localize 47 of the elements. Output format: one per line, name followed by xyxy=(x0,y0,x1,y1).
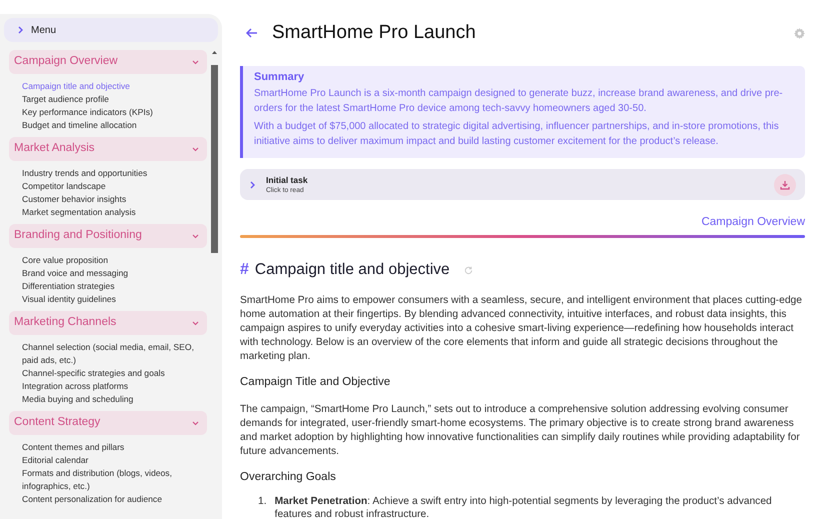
sidebar-item[interactable]: Channel selection (social media, email, SEO, paid ads, etc.) xyxy=(9,341,207,367)
sidebar-item[interactable]: Budget and timeline allocation xyxy=(9,119,207,132)
download-icon xyxy=(780,180,790,190)
sidebar-item[interactable]: Channel-specific strategies and goals xyxy=(9,367,207,380)
hash-mark: # xyxy=(240,260,249,280)
download-button[interactable] xyxy=(774,174,796,196)
chevron-right-icon xyxy=(250,180,256,189)
sidebar-item[interactable]: Market segmentation analysis xyxy=(9,206,207,219)
list-item-text: Market Penetration: Achieve a swift entry into high-potential segments by leveraging the product’s advanced features and robust infrastructure. xyxy=(274,494,773,519)
menu-button[interactable]: Menu xyxy=(4,18,218,42)
sidebar-item[interactable]: Target audience profile xyxy=(9,93,207,106)
sidebar-item[interactable]: Differentiation strategies xyxy=(9,280,207,293)
body-text: The campaign, “SmartHome Pro Launch,” sets out to introduce a comprehensive solution addressing evolving consumer demands for integrated, user-friendly smart-home ecosystems. The primary objective is to create strong brand awareness and market adoption by highlighting how innovative functionalities can simplify daily routines while providing adaptability for future advancements. xyxy=(240,403,801,460)
scrollbar-thumb[interactable] xyxy=(211,65,218,253)
sidebar-item[interactable]: Content themes and pillars xyxy=(9,441,207,454)
sidebar-item[interactable]: Brand voice and messaging xyxy=(9,267,207,280)
summary-title: Summary xyxy=(254,71,306,84)
scroll-up-icon[interactable] xyxy=(211,50,218,55)
sidebar-item[interactable]: Formats and distribution (blogs, videos, infographics, etc.) xyxy=(9,467,207,493)
back-arrow-icon[interactable] xyxy=(246,28,258,38)
sidebar-item[interactable]: Visual identity guidelines xyxy=(9,293,207,306)
list-number: 1. xyxy=(258,494,267,509)
summary-text: With a budget of $75,000 allocated to strategic digital advertising, influencer partnerships, and in-store promotions, this initiative aims to deliver maximum impact and build lasting customer excitement for the product’s release. xyxy=(254,120,780,150)
section-label: Campaign Overview xyxy=(700,215,805,230)
sidebar-item[interactable]: Content personalization for audience xyxy=(9,493,207,506)
task-title: Initial task xyxy=(266,174,308,186)
chevron-icon xyxy=(192,234,199,238)
chevron-right-icon xyxy=(18,26,23,34)
section-heading: Campaign title and objective xyxy=(254,260,450,280)
sidebar-item[interactable]: Integration across platforms xyxy=(9,380,207,393)
sidebar-item[interactable]: Core value proposition xyxy=(9,254,207,267)
subheading: Campaign Title and Objective xyxy=(240,375,392,390)
sidebar-item[interactable]: Industry trends and opportunities xyxy=(9,167,207,180)
body-text: SmartHome Pro aims to empower consumers with a seamless, secure, and intelligent environment that places cutting-edge home automation at their fingertips. By blending advanced connectivity, intuitive interfaces, and robust data insights, this campaign aspires to unify everyday activities into a cohesive smart-living experience—redefining how households interact with technology. Below is an overview of the core elements that inform and guide all strategic decisions throughout the marketing plan. xyxy=(240,294,804,364)
chevron-icon xyxy=(192,60,199,64)
sidebar-item[interactable]: Customer behavior insights xyxy=(9,193,207,206)
sidebar-item[interactable]: Key performance indicators (KPIs) xyxy=(9,106,207,119)
sidebar-item[interactable]: Editorial calendar xyxy=(9,454,207,467)
sidebar-item[interactable]: Media buying and scheduling xyxy=(9,393,207,406)
page-title: SmartHome Pro Launch xyxy=(272,22,477,44)
chevron-icon xyxy=(192,420,199,426)
chevron-icon xyxy=(192,320,199,326)
sidebar-item[interactable]: Competitor landscape xyxy=(9,180,207,193)
chevron-icon xyxy=(192,146,199,152)
summary-text: SmartHome Pro Launch is a six-month campaign designed to generate buzz, increase brand awareness, and drive pre-orders for the latest SmartHome Pro device among tech-savvy homeowners aged 30-50. xyxy=(254,87,784,116)
subheading: Overarching Goals xyxy=(240,470,337,486)
sidebar-item[interactable]: Campaign title and objective xyxy=(9,80,207,93)
